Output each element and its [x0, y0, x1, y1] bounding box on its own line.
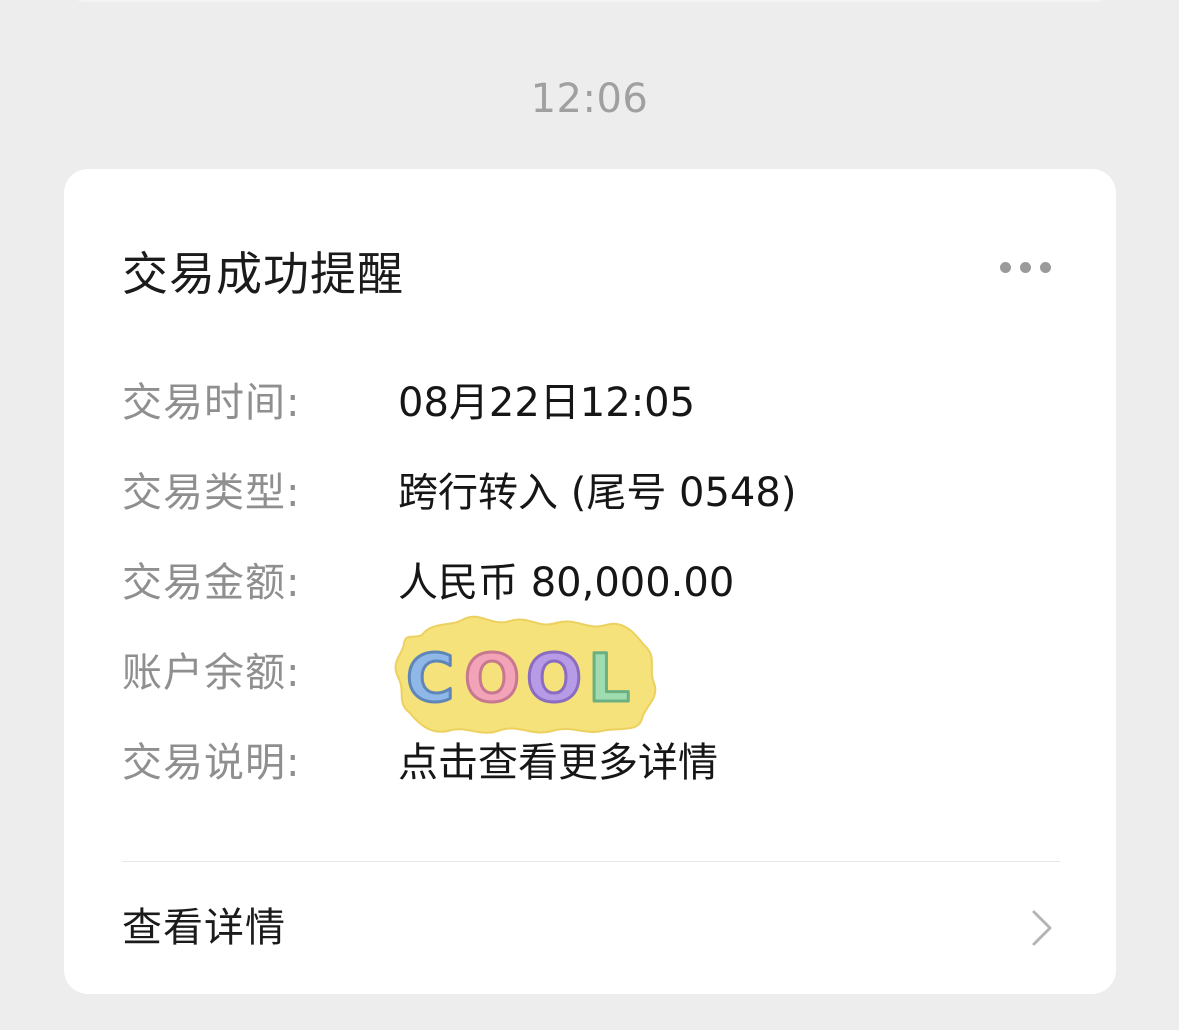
view-details-label: 查看详情 [122, 905, 286, 951]
sticker-letter-o2: O [526, 640, 582, 717]
sticker-letter-o1: O [464, 640, 520, 717]
more-dot [999, 261, 1011, 273]
row-transaction-amount: 交易金额: 人民币 80,000.00 [122, 553, 1082, 613]
row-value: 点击查看更多详情 [398, 740, 718, 786]
row-label: 账户余额: [122, 650, 301, 696]
sticker-letter-c: C [406, 640, 454, 717]
more-dot [1019, 261, 1031, 273]
view-details-link[interactable]: 查看详情 [64, 862, 1116, 994]
previous-message-card-edge [64, 0, 1116, 2]
sticker-letter-l: L [588, 640, 630, 717]
more-dot [1039, 261, 1051, 273]
row-label: 交易说明: [122, 740, 301, 786]
row-value: 跨行转入 (尾号 0548) [398, 470, 797, 516]
chevron-right-icon [1032, 910, 1052, 946]
message-timestamp: 12:06 [530, 76, 649, 122]
row-label: 交易类型: [122, 470, 301, 516]
row-label: 交易金额: [122, 560, 301, 606]
row-label: 交易时间: [122, 380, 301, 426]
row-transaction-note: 交易说明: 点击查看更多详情 [122, 733, 1082, 793]
more-dots-icon[interactable] [990, 255, 1060, 279]
transaction-notification-card[interactable]: 交易成功提醒 交易时间: 08月22日12:05 交易类型: 跨行转入 (尾号 … [64, 169, 1116, 994]
row-value: 08月22日12:05 [398, 380, 696, 426]
row-transaction-time: 交易时间: 08月22日12:05 [122, 373, 1082, 433]
row-value: 人民币 80,000.00 [398, 560, 735, 606]
row-transaction-type: 交易类型: 跨行转入 (尾号 0548) [122, 463, 1082, 523]
card-title: 交易成功提醒 [122, 247, 404, 301]
cool-sticker-image: C O O L [394, 615, 657, 734]
